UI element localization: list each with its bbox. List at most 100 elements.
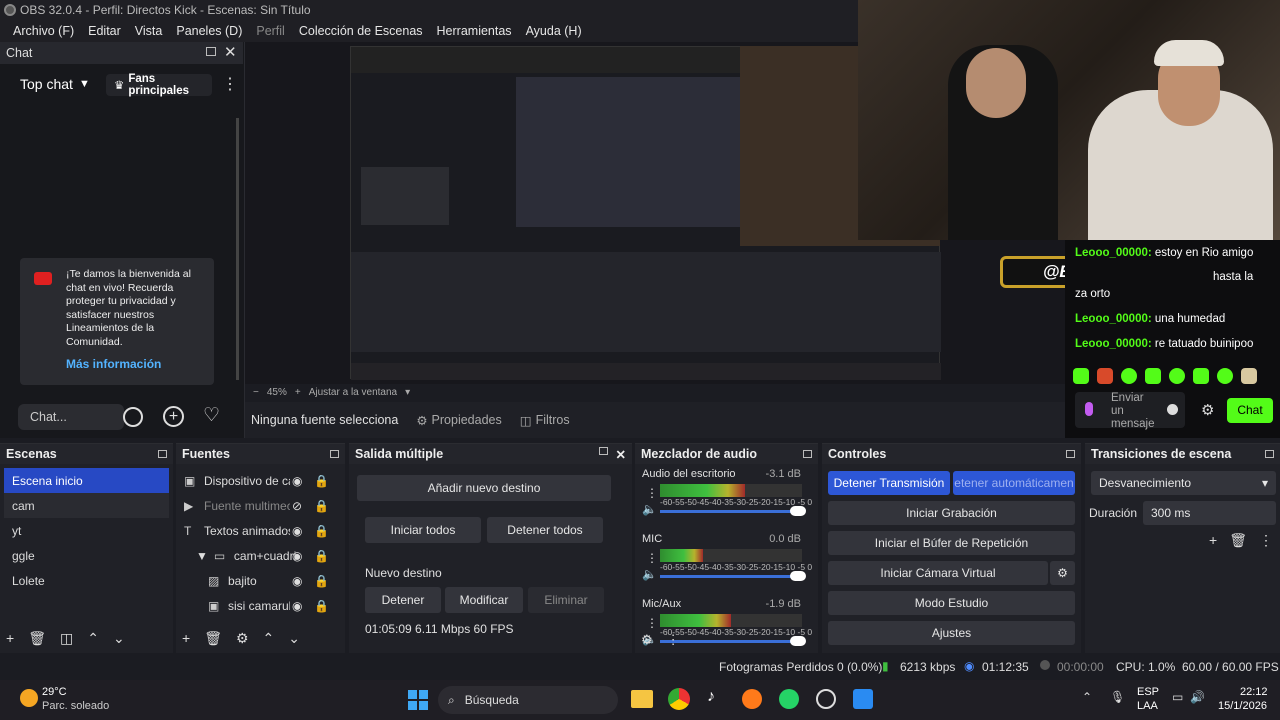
virtual-cam-settings-button[interactable]: ⚙ (1050, 561, 1075, 585)
lock-icon[interactable]: 🔒 (314, 574, 329, 588)
eye-hidden-icon[interactable]: ⊘ (292, 499, 302, 513)
stop-stream-button[interactable]: Detener Transmisión (828, 471, 950, 495)
float-icon[interactable] (598, 446, 608, 455)
menu-perfil[interactable]: Perfil (249, 24, 291, 38)
float-icon[interactable] (206, 47, 216, 56)
studio-mode-button[interactable]: Modo Estudio (828, 591, 1075, 615)
zoom-out-icon[interactable]: − (253, 387, 259, 398)
filters-button[interactable]: ◫ Filtros (520, 413, 570, 428)
menu-ayuda[interactable]: Ayuda (H) (519, 24, 589, 38)
more-icon[interactable]: ⋮ (667, 632, 680, 648)
volume-icon[interactable]: 🔊 (1190, 690, 1205, 704)
more-icon[interactable]: ⋮ (646, 486, 658, 500)
chrome-icon[interactable] (668, 688, 690, 710)
chevron-up-icon[interactable]: ⌃ (263, 630, 275, 647)
fans-button[interactable]: ♛ Fans principales (106, 73, 212, 97)
virtual-cam-button[interactable]: Iniciar Cámara Virtual (828, 561, 1048, 585)
add-icon[interactable]: + (182, 630, 190, 647)
source-item[interactable]: ▣ Dispositivo de ca ◉ 🔒 (176, 468, 345, 493)
clock-time[interactable]: 22:12 (1240, 686, 1268, 698)
source-item[interactable]: ▨ bajito ◉ 🔒 (176, 568, 345, 593)
more-icon[interactable]: ⋮ (646, 551, 658, 565)
gear-icon[interactable]: ⚙ (1201, 401, 1214, 419)
trash-icon[interactable]: 🗑 (1229, 532, 1247, 549)
more-icon[interactable]: ⋮ (646, 616, 658, 630)
lock-icon[interactable]: 🔒 (314, 549, 329, 563)
auto-stop-button[interactable]: etener automáticamen (953, 471, 1075, 495)
float-icon[interactable] (1265, 450, 1274, 458)
folder-icon[interactable] (631, 690, 653, 708)
clock-date[interactable]: 15/1/2026 (1218, 700, 1267, 712)
chevron-down-icon[interactable]: ▼ (196, 549, 208, 563)
menu-archivo[interactable]: Archivo (F) (6, 24, 81, 38)
eye-icon[interactable]: ◉ (292, 474, 302, 488)
app-icon[interactable] (853, 689, 873, 709)
taskbar-search[interactable]: ⌕ Búsqueda (438, 686, 618, 714)
add-icon[interactable]: + (1209, 532, 1217, 549)
tiktok-icon[interactable]: ♪ (707, 688, 715, 706)
float-icon[interactable] (158, 450, 167, 458)
chevron-up-icon[interactable]: ⌃ (1082, 690, 1092, 704)
chevron-down-icon[interactable]: ⌄ (288, 630, 300, 647)
chat-input[interactable]: Chat... (18, 404, 124, 430)
modify-button[interactable]: Modificar (445, 587, 523, 613)
replay-buffer-button[interactable]: Iniciar el Búfer de Repetición (828, 531, 1075, 555)
lock-icon[interactable]: 🔒 (314, 599, 329, 613)
menu-paneles[interactable]: Paneles (D) (169, 24, 249, 38)
scene-item[interactable]: Lolete (4, 568, 169, 593)
chevron-down-icon[interactable]: ⌄ (113, 630, 125, 647)
add-destination-button[interactable]: Añadir nuevo destino (357, 475, 611, 501)
speaker-icon[interactable]: 🔈 (642, 502, 657, 516)
menu-editar[interactable]: Editar (81, 24, 128, 38)
more-info-link[interactable]: Más información (66, 357, 161, 371)
menu-vista[interactable]: Vista (128, 24, 170, 38)
zoom-in-icon[interactable]: + (295, 387, 301, 398)
chat-button[interactable]: Chat (1227, 398, 1273, 423)
source-item[interactable]: ▼ ▭ cam+cuadri ◉ 🔒 (176, 543, 345, 568)
filter-icon[interactable]: ◫ (60, 630, 73, 647)
weather-icon[interactable] (20, 689, 38, 707)
firefox-icon[interactable] (742, 689, 762, 709)
chevron-up-icon[interactable]: ⌃ (87, 630, 99, 647)
heart-icon[interactable]: ♡ (203, 404, 220, 427)
fit-dropdown[interactable]: Ajustar a la ventana (309, 387, 397, 398)
trash-icon[interactable]: 🗑 (204, 630, 222, 647)
source-item[interactable]: ▣ sisi camarula◉ 🔒 (176, 593, 345, 618)
float-icon[interactable] (803, 450, 812, 458)
whatsapp-icon[interactable] (779, 689, 799, 709)
start-recording-button[interactable]: Iniciar Grabación (828, 501, 1075, 525)
eye-icon[interactable]: ◉ (292, 549, 302, 563)
emoji-icon[interactable] (1167, 404, 1178, 415)
chat-scrollbar[interactable] (236, 118, 239, 380)
lang-2[interactable]: LAA (1137, 700, 1158, 712)
more-icon[interactable]: ⋮ (1259, 532, 1273, 549)
add-icon[interactable]: + (163, 406, 184, 427)
volume-slider[interactable] (660, 571, 806, 581)
menu-herramientas[interactable]: Herramientas (430, 24, 519, 38)
transition-select[interactable]: Desvanecimiento ▾ (1091, 471, 1276, 495)
trash-icon[interactable]: 🗑 (28, 630, 46, 647)
mic-icon[interactable]: 🎙 (1110, 690, 1125, 704)
start-all-button[interactable]: Iniciar todos (365, 517, 481, 543)
top-chat-dropdown[interactable]: Top chat ▼ (20, 76, 90, 92)
settings-button[interactable]: Ajustes (828, 621, 1075, 645)
stop-all-button[interactable]: Detener todos (487, 517, 603, 543)
eye-icon[interactable]: ◉ (292, 599, 302, 613)
windows-start-icon[interactable] (408, 690, 428, 710)
gear-icon[interactable]: ⚙ (641, 632, 653, 648)
float-icon[interactable] (330, 450, 339, 458)
scene-item[interactable]: ggle (4, 543, 169, 568)
lock-icon[interactable]: 🔒 (314, 499, 329, 513)
add-icon[interactable]: + (6, 630, 14, 647)
eye-icon[interactable]: ◉ (292, 524, 302, 538)
scene-item[interactable]: yt (4, 518, 169, 543)
source-item[interactable]: ▶ Fuente multimec ⊘ 🔒 (176, 493, 345, 518)
scene-item[interactable]: cam (4, 493, 169, 518)
duration-input[interactable]: 300 ms (1143, 501, 1276, 525)
float-icon[interactable] (1066, 450, 1075, 458)
eye-icon[interactable]: ◉ (292, 574, 302, 588)
delete-button[interactable]: Eliminar (528, 587, 604, 613)
app-icon[interactable] (816, 689, 836, 709)
send-message-input[interactable]: Enviar un mensaje (1075, 392, 1185, 430)
speaker-icon[interactable]: 🔈 (642, 567, 657, 581)
